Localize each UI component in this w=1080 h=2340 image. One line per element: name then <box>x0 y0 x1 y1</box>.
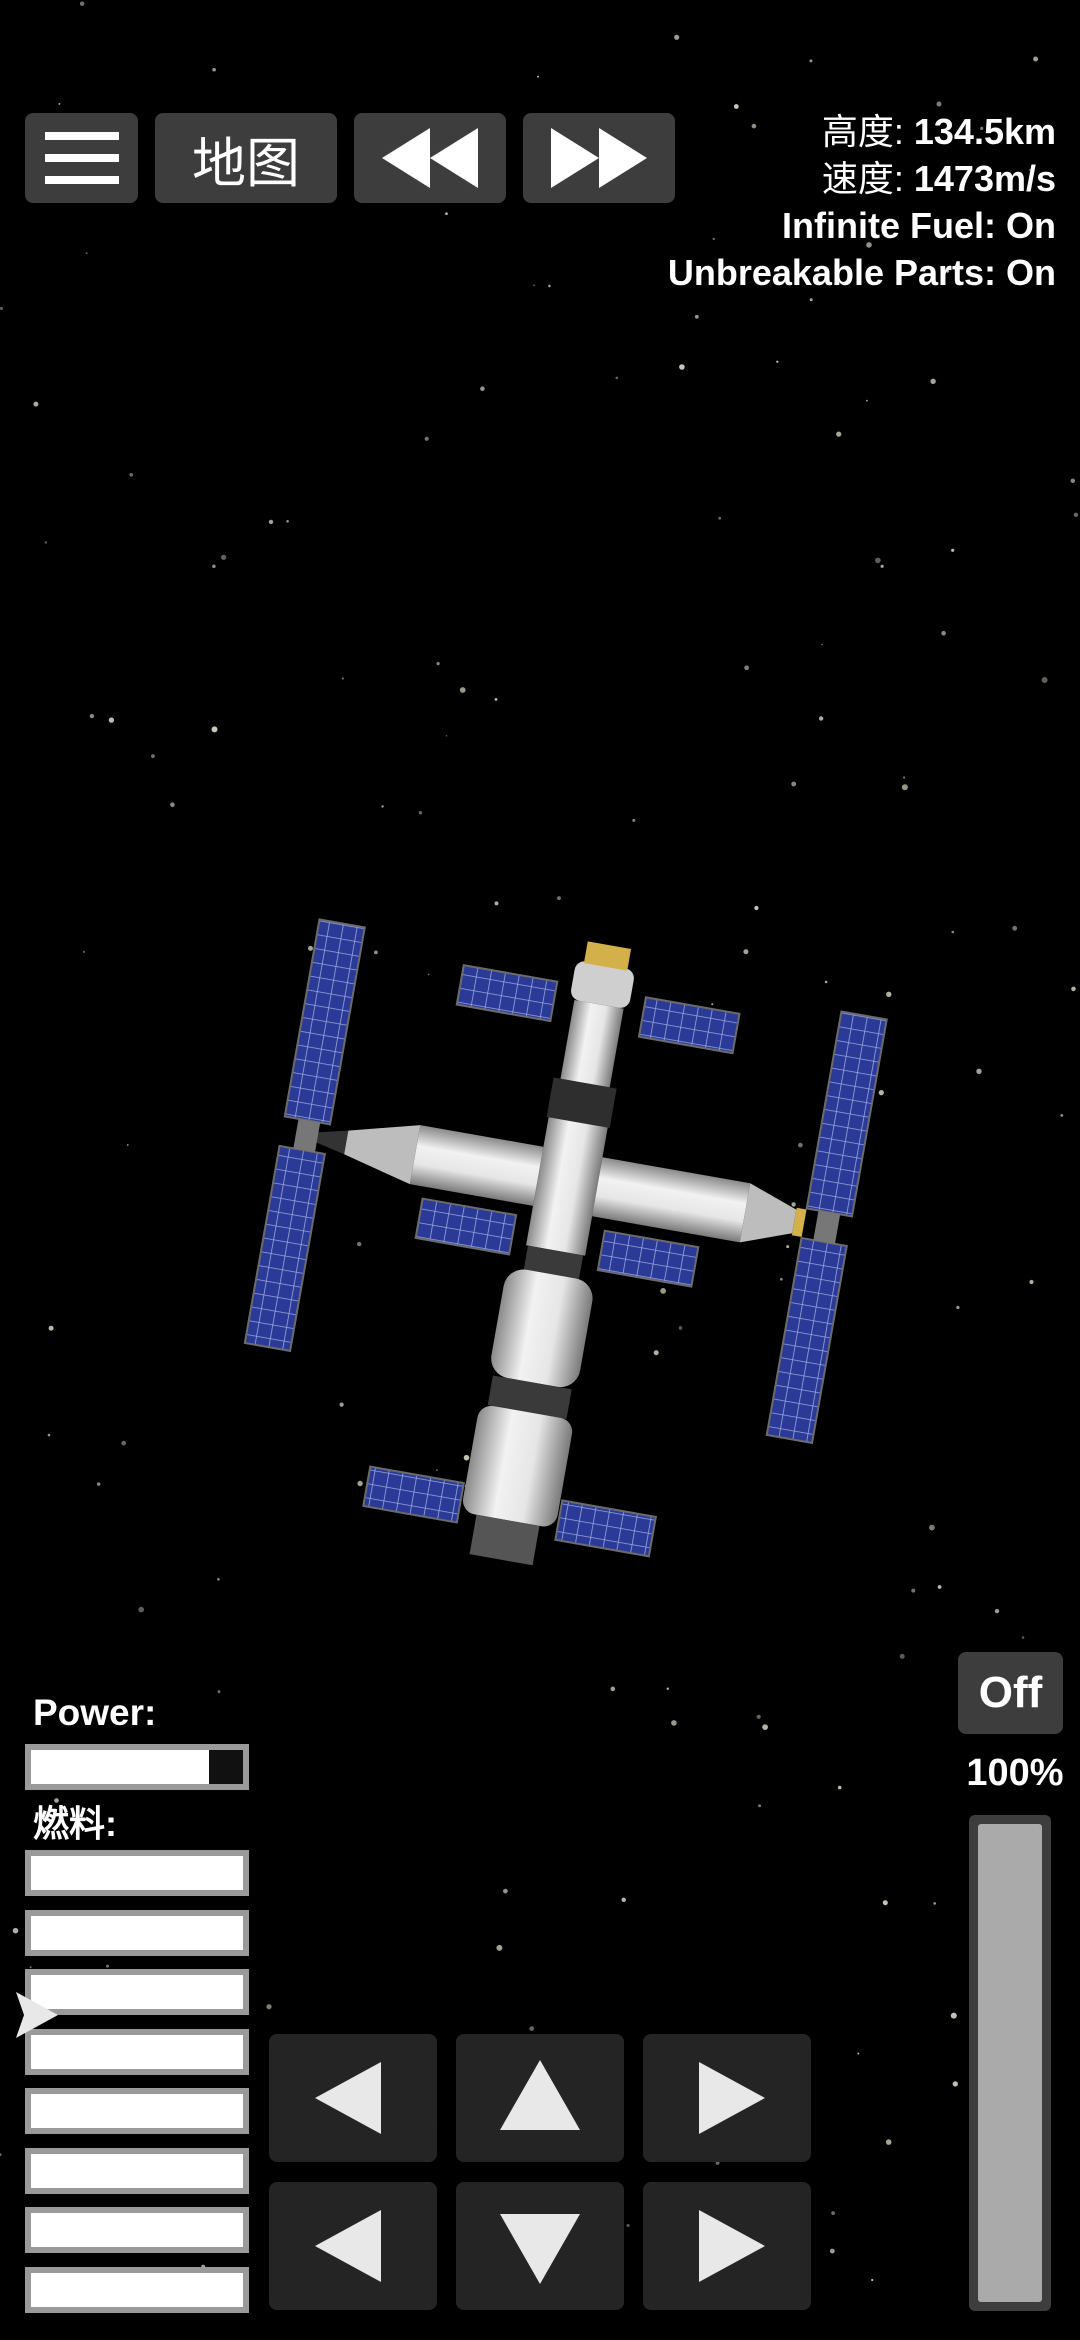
fast-forward-icon <box>551 128 647 188</box>
rotate-right-button[interactable] <box>643 2034 811 2162</box>
fast-forward-button[interactable] <box>523 113 675 203</box>
cargo-module <box>462 1405 573 1527</box>
speed-value: 1473m/s <box>913 158 1056 199</box>
throttle-percent: 100% <box>966 1752 1064 1794</box>
core-module-upper <box>560 999 624 1088</box>
solar-array-right-bottom <box>765 1236 848 1445</box>
fuel-tank-bar <box>25 2088 249 2134</box>
rewind-icon <box>382 128 478 188</box>
infinite-fuel-status: Infinite Fuel: On <box>782 205 1056 246</box>
solar-panel-mid-left <box>414 1197 518 1256</box>
altitude-readout: 高度: 134.5km <box>668 108 1056 155</box>
fuel-tank-bar <box>25 1909 249 1956</box>
staging-arrow-icon[interactable] <box>16 1992 58 2038</box>
right-arm-module <box>592 1157 751 1243</box>
left-arm-module <box>409 1125 544 1206</box>
menu-button[interactable] <box>25 113 138 203</box>
core-module <box>526 1117 608 1256</box>
power-bar-empty <box>209 1750 243 1784</box>
rotate-right-icon <box>699 2062 765 2134</box>
right-arrow-icon <box>699 2210 765 2282</box>
speed-label: 速度: <box>821 158 904 199</box>
solar-array-left-top <box>283 918 366 1126</box>
rewind-button[interactable] <box>354 113 506 203</box>
power-bar <box>25 1744 249 1790</box>
left-button[interactable] <box>269 2182 437 2310</box>
flight-info-panel: 高度: 134.5km 速度: 1473m/s Infinite Fuel: O… <box>668 108 1056 296</box>
solar-panel-mid-right <box>596 1229 700 1288</box>
fuel-tank-bar <box>25 2028 249 2075</box>
solar-panel-upper-right <box>637 996 741 1055</box>
power-label: Power: <box>33 1692 157 1733</box>
solar-panel-upper-left <box>455 964 559 1023</box>
up-arrow-icon <box>500 2060 580 2130</box>
solar-array-right-top <box>805 1010 888 1218</box>
solar-panel-lower-left <box>362 1465 465 1524</box>
down-button[interactable] <box>456 2182 624 2310</box>
fuel-tank-bar <box>25 1969 249 2015</box>
rotate-left-button[interactable] <box>269 2034 437 2162</box>
solar-panel-lower-right <box>554 1499 657 1558</box>
throttle-fill <box>978 1824 1042 2302</box>
fuel-tank-bar <box>25 2207 249 2253</box>
down-arrow-icon <box>500 2214 580 2284</box>
solar-array-left-bottom <box>243 1144 326 1353</box>
map-button[interactable]: 地图 <box>155 113 337 203</box>
hamburger-menu-icon <box>44 132 119 184</box>
fuel-tank-bar <box>25 2147 249 2194</box>
speed-readout: 速度: 1473m/s <box>668 155 1056 202</box>
rotate-left-icon <box>315 2062 381 2134</box>
fuel-tank-bar <box>25 1850 249 1896</box>
left-arrow-icon <box>315 2210 381 2282</box>
throttle-slider[interactable] <box>969 1815 1051 2311</box>
right-button[interactable] <box>643 2182 811 2310</box>
fuel-tank-bar <box>25 2266 249 2313</box>
up-button[interactable] <box>456 2034 624 2162</box>
altitude-value: 134.5km <box>913 111 1056 152</box>
unbreakable-parts-status: Unbreakable Parts: On <box>667 252 1056 293</box>
lab-module-lower <box>491 1269 593 1388</box>
map-button-label: 地图 <box>192 133 300 194</box>
fuel-label: 燃料: <box>33 1803 117 1844</box>
altitude-label: 高度: <box>821 111 904 152</box>
engine-toggle-button[interactable]: Off <box>958 1652 1063 1734</box>
